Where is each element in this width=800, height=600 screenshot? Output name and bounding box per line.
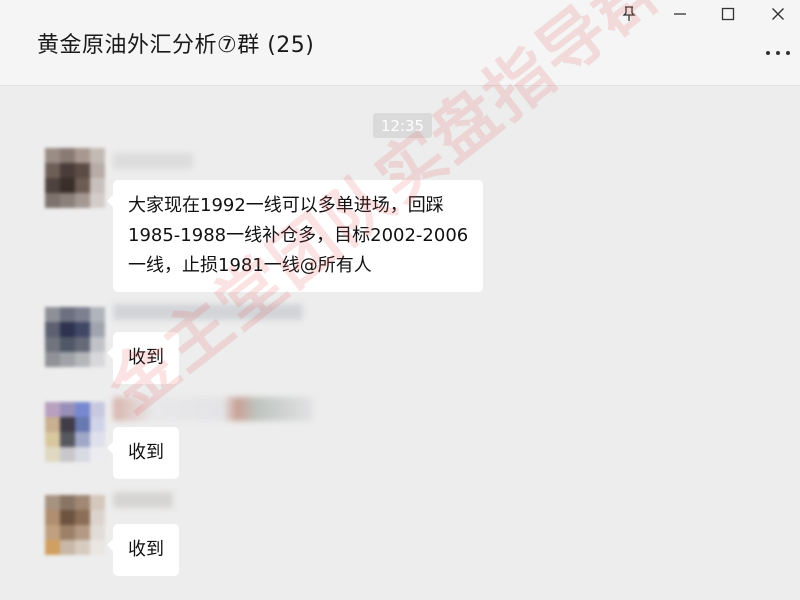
timestamp-badge: 12:35 — [373, 113, 432, 138]
sender-name-redacted — [113, 397, 313, 421]
chat-header: 黄金原油外汇分析⑦群 (25) — [0, 0, 800, 86]
sender-name-redacted — [113, 153, 193, 169]
avatar[interactable] — [45, 148, 105, 208]
message-bubble[interactable]: 收到 — [107, 332, 179, 384]
pin-button[interactable] — [616, 4, 642, 24]
message-text-line: 一线，止损1981一线@所有人 — [128, 255, 372, 276]
message-bubble[interactable]: 收到 — [107, 524, 179, 576]
sender-name-redacted — [113, 304, 303, 320]
message-text-line: 收到 — [128, 539, 164, 560]
sender-name-redacted — [113, 492, 173, 508]
group-title: 黄金原油外汇分析⑦群 (25) — [37, 33, 315, 58]
message-list[interactable]: 12:35 大家现在1992一线可以多单进场，回踩 1985-1988一线补仓多… — [0, 87, 800, 600]
message-text-line: 1985-1988一线补仓多，目标2002-2006 — [128, 225, 469, 246]
message-text-line: 收到 — [128, 442, 164, 463]
more-options-button[interactable] — [766, 46, 790, 60]
close-button[interactable] — [765, 4, 791, 24]
message-text-line: 收到 — [128, 347, 164, 368]
message-bubble[interactable]: 收到 — [107, 427, 179, 479]
minimize-icon — [674, 13, 686, 15]
avatar[interactable] — [45, 402, 105, 462]
message-bubble[interactable]: 大家现在1992一线可以多单进场，回踩 1985-1988一线补仓多，目标200… — [106, 180, 484, 292]
maximize-button[interactable] — [715, 4, 741, 24]
avatar[interactable] — [45, 307, 105, 367]
close-icon — [772, 8, 784, 20]
more-icon — [766, 51, 770, 55]
minimize-button[interactable] — [667, 4, 693, 24]
maximize-icon — [721, 7, 735, 21]
avatar[interactable] — [45, 495, 105, 555]
message-text-line: 大家现在1992一线可以多单进场，回踩 — [128, 195, 444, 216]
pin-icon — [622, 6, 636, 21]
